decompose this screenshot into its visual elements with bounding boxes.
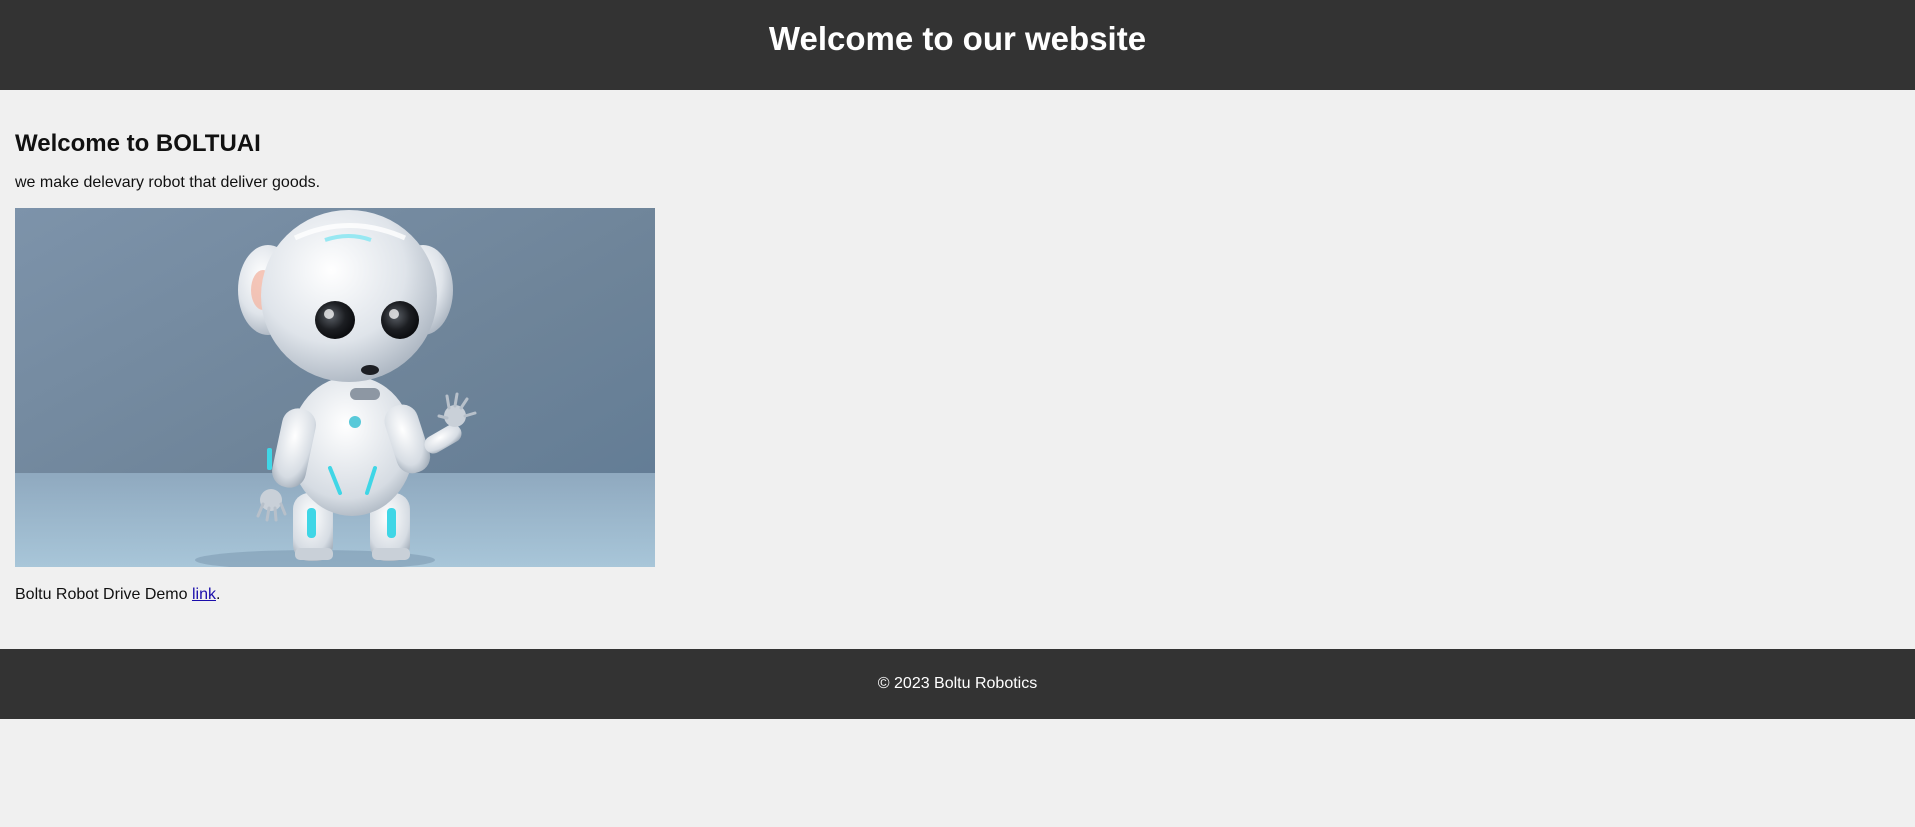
- demo-suffix: .: [215, 586, 221, 603]
- tagline: we make delevary robot that deliver good…: [15, 174, 321, 191]
- robot-image: [15, 208, 655, 567]
- main-content: Welcome to BOLTUAI we make delevary robo…: [0, 90, 1915, 649]
- demo-text: Boltu Robot Drive Demo: [15, 586, 192, 603]
- site-header: Welcome to our website: [0, 0, 1915, 90]
- copyright-text: © 2023 Boltu Robotics: [877, 675, 1038, 692]
- page-title: Welcome to our website: [768, 20, 1147, 57]
- section-heading: Welcome to BOLTUAI: [15, 130, 261, 157]
- demo-line: Boltu Robot Drive Demo link.: [15, 587, 1900, 603]
- site-footer: © 2023 Boltu Robotics: [0, 649, 1915, 719]
- demo-link[interactable]: link: [192, 586, 216, 603]
